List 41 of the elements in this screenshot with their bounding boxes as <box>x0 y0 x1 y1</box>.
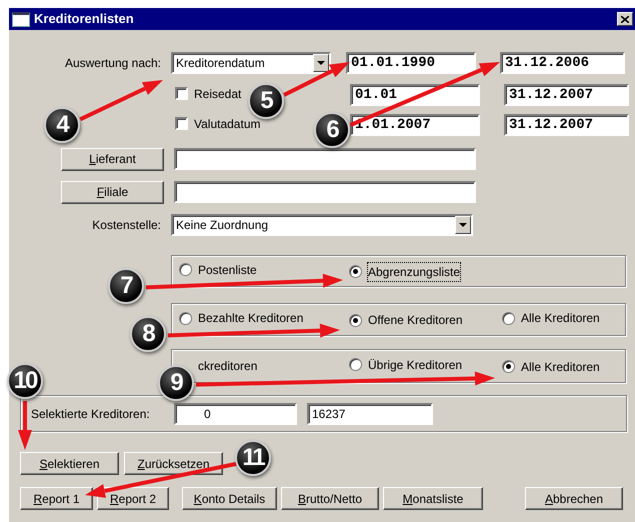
date-field[interactable]: 31.12.2007 <box>504 84 629 106</box>
dropdown-arrow-icon <box>459 223 467 227</box>
footer-button[interactable]: Monatsliste <box>383 487 483 510</box>
footer-button[interactable]: Report 1 <box>20 487 93 510</box>
field-label: Selektierte Kreditoren: <box>31 406 151 422</box>
text-field[interactable] <box>174 181 476 203</box>
footer-button[interactable]: Konto Details <box>182 487 277 510</box>
action-button[interactable]: Selektieren <box>20 452 119 475</box>
field-label: Auswertung nach: <box>64 55 162 72</box>
radio-option[interactable]: Übrige Kreditoren <box>349 356 462 374</box>
radio-option[interactable]: Postenliste <box>179 260 257 279</box>
radio-option[interactable]: Alle Kreditoren <box>502 309 600 328</box>
annotation-arrow <box>18 401 32 450</box>
radio-option[interactable]: Bezahlte Kreditoren <box>179 309 304 328</box>
radio-option[interactable]: Abgrenzungsliste <box>349 262 460 281</box>
footer-button[interactable]: Abbrechen <box>525 487 623 510</box>
checkbox[interactable]: Reisedat <box>175 84 242 103</box>
date-field[interactable]: 01.01 <box>350 84 480 106</box>
window-icon <box>12 12 30 26</box>
close-icon <box>621 16 629 22</box>
date-field[interactable]: 01.01.1990 <box>346 52 476 74</box>
count-field[interactable]: 0 <box>174 402 297 424</box>
count-field[interactable]: 16237 <box>307 402 433 424</box>
radio-option[interactable]: ckreditoren <box>198 357 258 375</box>
close-button[interactable] <box>617 12 633 26</box>
footer-button[interactable]: Report 2 <box>97 487 169 510</box>
radio-option[interactable]: Offene Kreditoren <box>349 311 463 330</box>
dropdown[interactable]: Kreditorendatum <box>171 52 331 74</box>
field-label: Kostenstelle: <box>91 217 162 234</box>
date-field[interactable]: 1.01.2007 <box>350 114 480 136</box>
lookup-button[interactable]: Lieferant <box>61 148 164 170</box>
window-title: Kreditorenlisten <box>34 10 134 28</box>
text-field[interactable] <box>174 148 476 170</box>
dropdown[interactable]: Keine Zuordnung <box>171 214 473 236</box>
dropdown-arrow-icon <box>317 61 325 65</box>
date-field[interactable]: 31.12.2007 <box>504 114 629 136</box>
date-field[interactable]: 31.12.2006 <box>500 52 625 74</box>
footer-button[interactable]: Brutto/Netto <box>281 487 379 510</box>
radio-option[interactable]: Alle Kreditoren <box>502 358 600 376</box>
action-button[interactable]: Zurücksetzen <box>124 452 223 475</box>
lookup-button[interactable]: Filiale <box>61 180 164 204</box>
